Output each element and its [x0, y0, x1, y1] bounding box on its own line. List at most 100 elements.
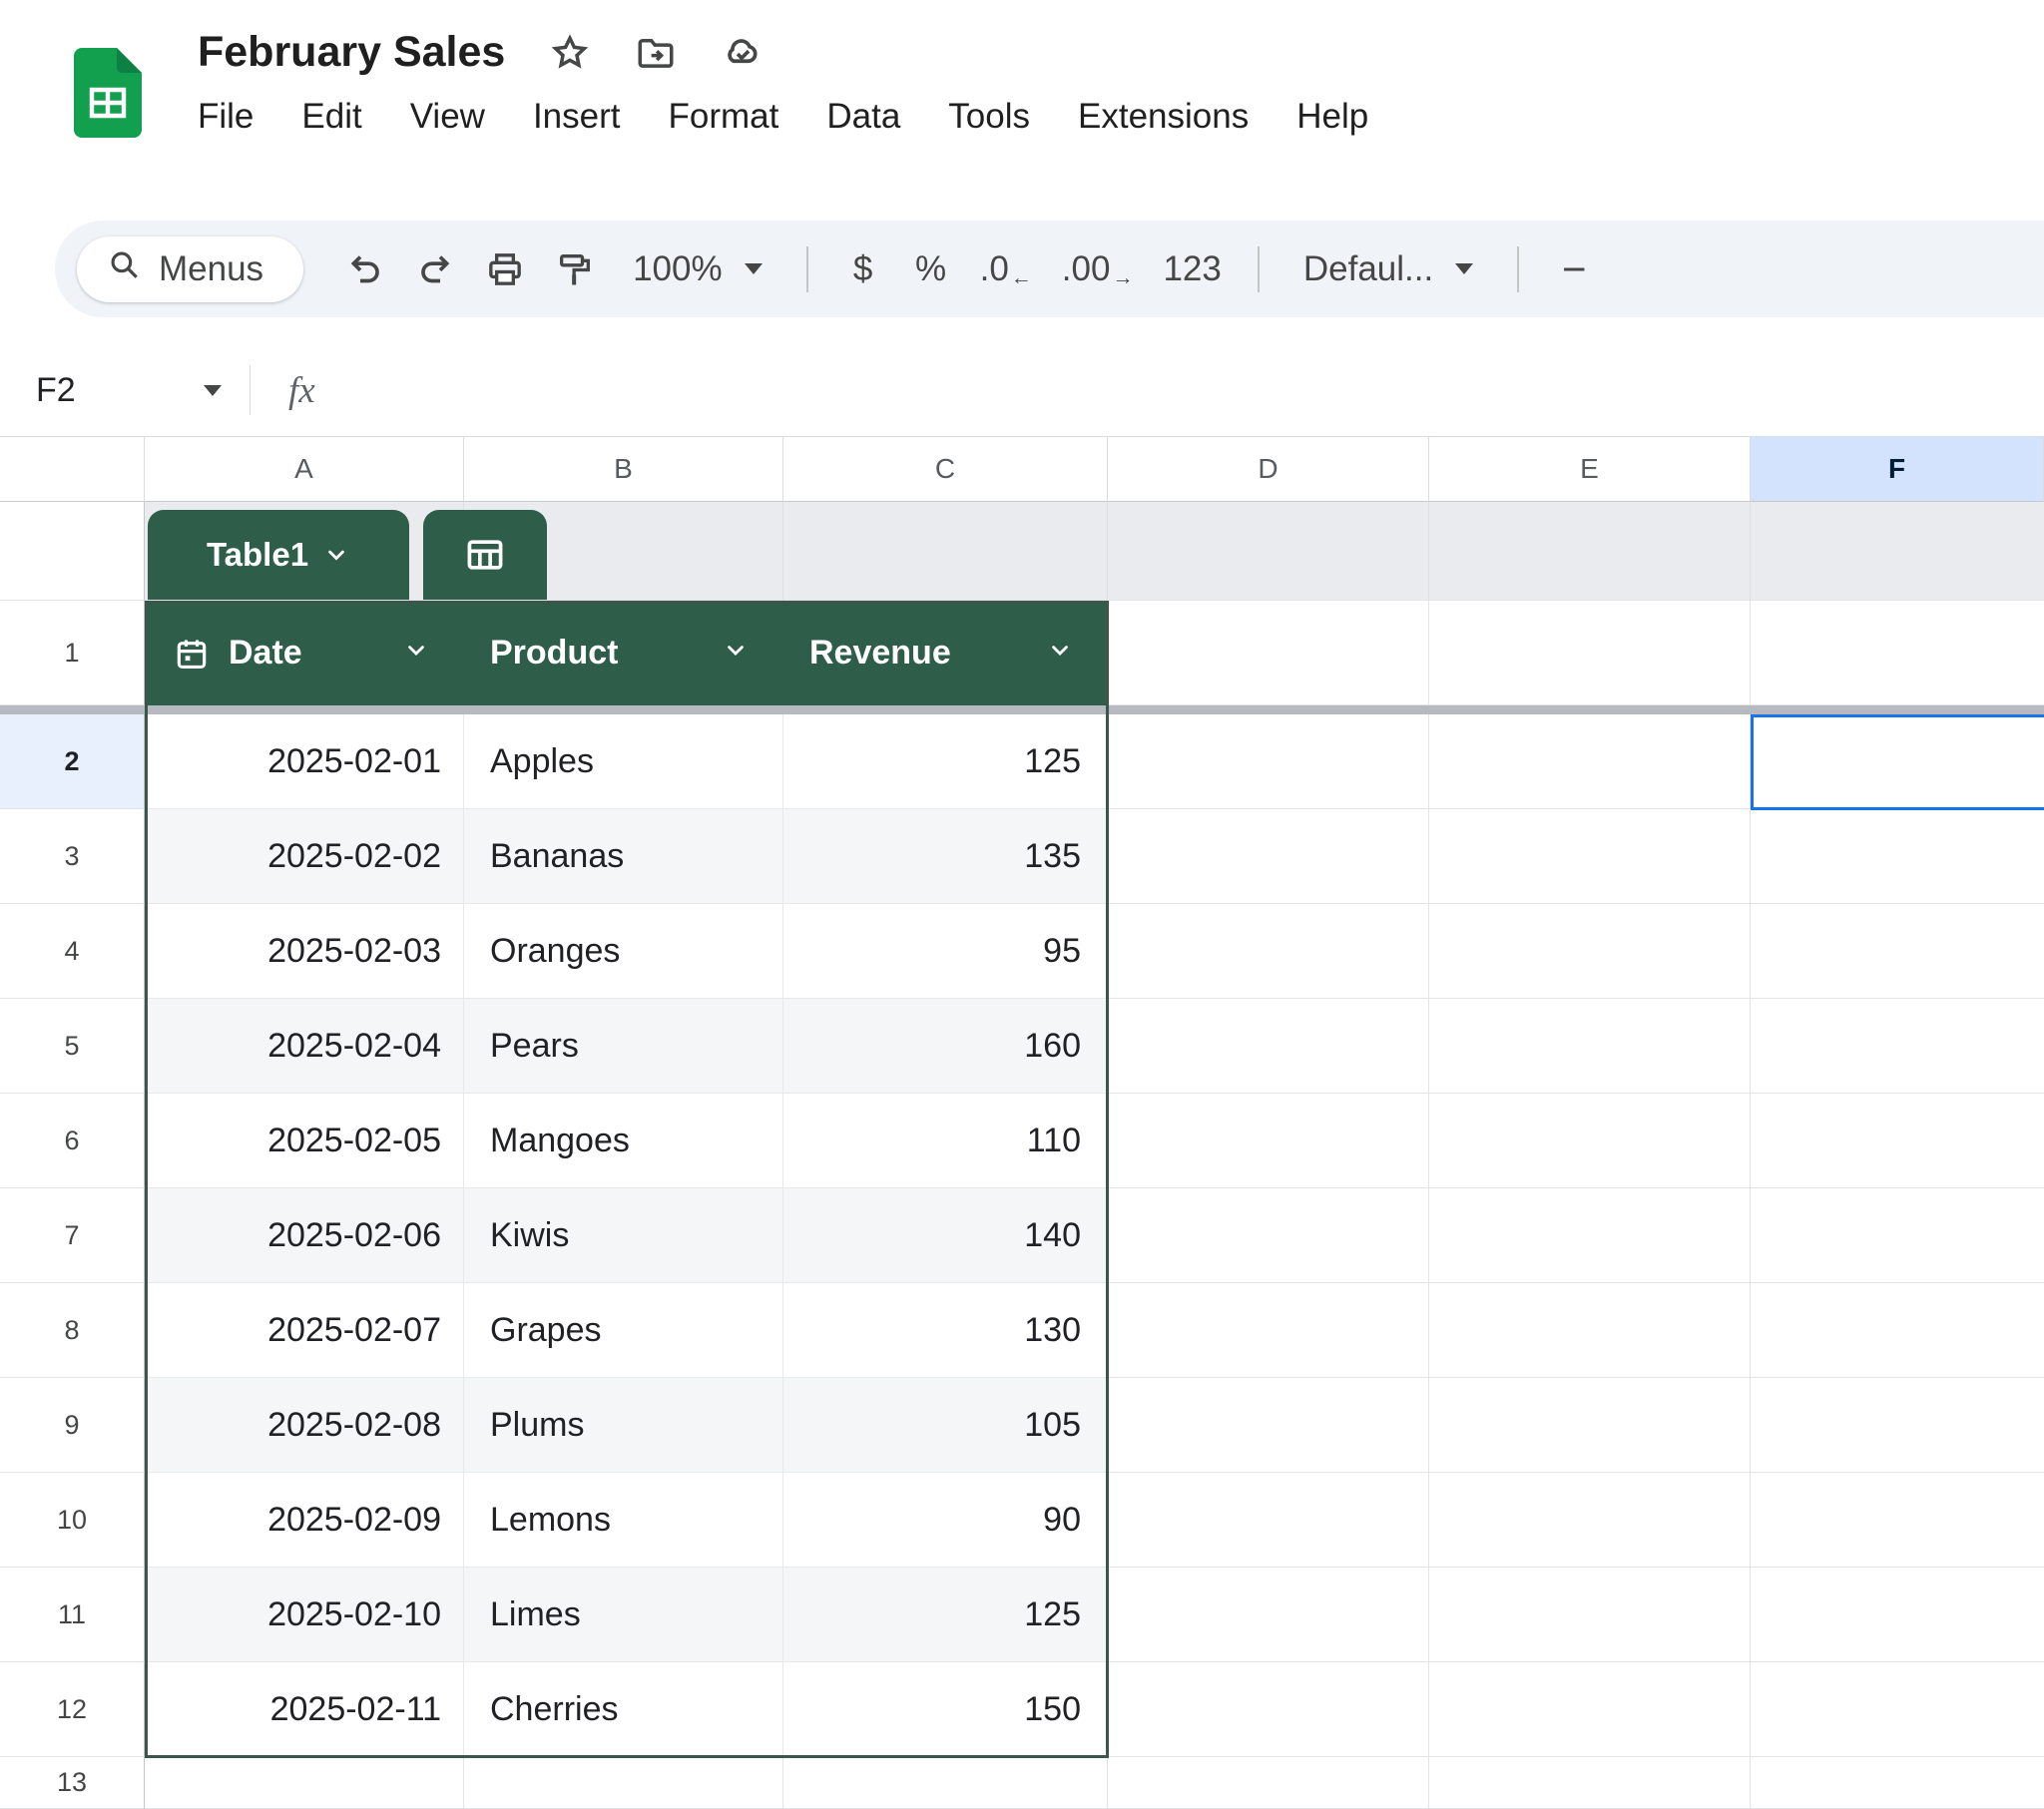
- cell-date[interactable]: 2025-02-02: [145, 809, 464, 904]
- move-folder-icon[interactable]: [635, 32, 677, 74]
- cell-empty[interactable]: [1429, 714, 1751, 809]
- paint-format-button[interactable]: [545, 240, 605, 298]
- cell-reference-box[interactable]: F2: [0, 371, 250, 410]
- cell-revenue[interactable]: 110: [783, 1094, 1108, 1188]
- formula-input[interactable]: [315, 344, 2044, 436]
- cell-empty[interactable]: [1108, 1662, 1429, 1757]
- cell-date[interactable]: 2025-02-09: [145, 1473, 464, 1568]
- cell-empty[interactable]: [1429, 809, 1751, 904]
- cell-product[interactable]: Cherries: [464, 1662, 783, 1757]
- row-header[interactable]: [0, 502, 145, 601]
- menu-item-tools[interactable]: Tools: [948, 97, 1030, 137]
- menu-item-data[interactable]: Data: [826, 97, 900, 137]
- cell-date[interactable]: 2025-02-03: [145, 904, 464, 999]
- cell-revenue[interactable]: 150: [783, 1662, 1108, 1757]
- cell-empty[interactable]: [1751, 1757, 2044, 1809]
- cell-empty[interactable]: [1751, 1094, 2044, 1188]
- cell-empty[interactable]: [1751, 809, 2044, 904]
- cell-empty[interactable]: [1108, 1757, 1429, 1809]
- cell-product[interactable]: Grapes: [464, 1283, 783, 1378]
- cell-product[interactable]: Limes: [464, 1568, 783, 1662]
- print-button[interactable]: [475, 240, 535, 298]
- cell-F2-selected[interactable]: [1751, 714, 2044, 809]
- redo-button[interactable]: [405, 240, 465, 298]
- cell-empty[interactable]: [1429, 1283, 1751, 1378]
- cell-empty[interactable]: [1108, 1188, 1429, 1283]
- column-header-C[interactable]: C: [783, 437, 1108, 502]
- cell-empty[interactable]: [1108, 1378, 1429, 1473]
- cell-empty[interactable]: [1751, 1568, 2044, 1662]
- cell-empty[interactable]: [464, 1757, 783, 1809]
- cell-empty[interactable]: [1429, 1473, 1751, 1568]
- cell-date[interactable]: 2025-02-07: [145, 1283, 464, 1378]
- cell-product[interactable]: Kiwis: [464, 1188, 783, 1283]
- cell-revenue[interactable]: 160: [783, 999, 1108, 1094]
- cell-revenue[interactable]: 105: [783, 1378, 1108, 1473]
- cell-date[interactable]: 2025-02-08: [145, 1378, 464, 1473]
- cell-empty[interactable]: [1429, 1378, 1751, 1473]
- cell-empty[interactable]: [1751, 999, 2044, 1094]
- table-name-tab[interactable]: Table1: [148, 510, 409, 600]
- column-header-E[interactable]: E: [1429, 437, 1751, 502]
- cell-empty[interactable]: [1751, 904, 2044, 999]
- font-family-select[interactable]: Defaul...: [1285, 249, 1491, 289]
- cell-product[interactable]: Oranges: [464, 904, 783, 999]
- sheets-logo-icon[interactable]: [74, 48, 142, 143]
- star-icon[interactable]: [549, 32, 591, 74]
- doc-title[interactable]: February Sales: [198, 28, 505, 77]
- row-header-12[interactable]: 12: [0, 1662, 145, 1757]
- cell-empty[interactable]: [1108, 1473, 1429, 1568]
- column-header-D[interactable]: D: [1108, 437, 1429, 502]
- chevron-down-icon[interactable]: [402, 634, 430, 673]
- zoom-select[interactable]: 100%: [615, 249, 780, 289]
- cell-empty[interactable]: [1108, 904, 1429, 999]
- cell-empty[interactable]: [1429, 1568, 1751, 1662]
- cell-revenue[interactable]: 140: [783, 1188, 1108, 1283]
- cell-empty[interactable]: [1108, 714, 1429, 809]
- cell-empty[interactable]: [1108, 1283, 1429, 1378]
- menu-item-view[interactable]: View: [410, 97, 485, 137]
- cell-date[interactable]: 2025-02-06: [145, 1188, 464, 1283]
- row-header-11[interactable]: 11: [0, 1568, 145, 1662]
- chevron-down-icon[interactable]: [1046, 634, 1074, 673]
- cell-empty[interactable]: [783, 1757, 1108, 1809]
- cell-product[interactable]: Mangoes: [464, 1094, 783, 1188]
- decrease-font-size-button[interactable]: −: [1545, 240, 1603, 298]
- cell-product[interactable]: Lemons: [464, 1473, 783, 1568]
- format-percent-button[interactable]: %: [902, 240, 960, 298]
- row-header-8[interactable]: 8: [0, 1283, 145, 1378]
- format-currency-button[interactable]: $: [834, 240, 892, 298]
- column-header-F[interactable]: F: [1751, 437, 2044, 502]
- cell-F1[interactable]: [1751, 601, 2044, 705]
- menu-item-extensions[interactable]: Extensions: [1078, 97, 1249, 137]
- row-header-3[interactable]: 3: [0, 809, 145, 904]
- decrease-decimal-button[interactable]: .0 ←: [970, 240, 1042, 298]
- cell-product[interactable]: Pears: [464, 999, 783, 1094]
- row-header-6[interactable]: 6: [0, 1094, 145, 1188]
- table-header-revenue[interactable]: Revenue: [783, 601, 1108, 705]
- cell-revenue[interactable]: 95: [783, 904, 1108, 999]
- cell-empty[interactable]: [1429, 999, 1751, 1094]
- increase-decimal-button[interactable]: .00 →: [1052, 240, 1144, 298]
- cell-empty[interactable]: [1429, 1662, 1751, 1757]
- undo-button[interactable]: [335, 240, 395, 298]
- cell-empty[interactable]: [1108, 999, 1429, 1094]
- table-menu-tab[interactable]: [423, 510, 547, 600]
- table-header-date[interactable]: Date: [145, 601, 464, 705]
- cell-empty[interactable]: [1108, 809, 1429, 904]
- cell-empty[interactable]: [1108, 1568, 1429, 1662]
- cell-D1[interactable]: [1108, 601, 1429, 705]
- cell-date[interactable]: 2025-02-04: [145, 999, 464, 1094]
- menu-item-format[interactable]: Format: [669, 97, 779, 137]
- cell-empty[interactable]: [1751, 1188, 2044, 1283]
- cell-date[interactable]: 2025-02-05: [145, 1094, 464, 1188]
- cell-empty[interactable]: [1108, 1094, 1429, 1188]
- cell-empty[interactable]: [1429, 904, 1751, 999]
- row-header-13[interactable]: 13: [0, 1757, 145, 1809]
- cell-empty[interactable]: [1751, 1662, 2044, 1757]
- menu-item-file[interactable]: File: [198, 97, 254, 137]
- row-header-2[interactable]: 2: [0, 714, 145, 809]
- more-formats-button[interactable]: 123: [1153, 240, 1231, 298]
- menu-item-edit[interactable]: Edit: [301, 97, 361, 137]
- row-header-4[interactable]: 4: [0, 904, 145, 999]
